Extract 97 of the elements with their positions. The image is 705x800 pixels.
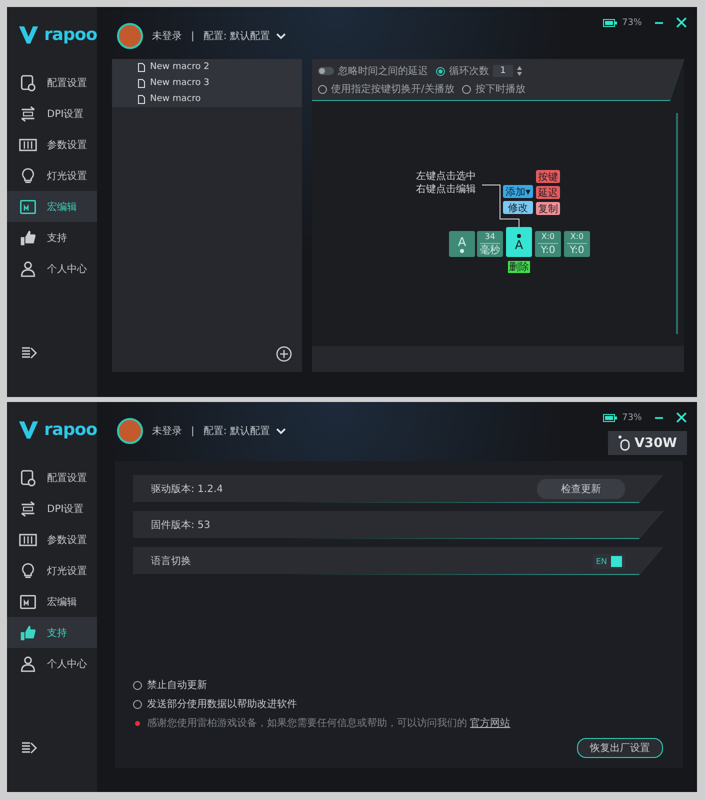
option-label: 循环次数 — [449, 65, 489, 78]
macro-step-node[interactable]: A — [506, 227, 532, 257]
node-value: X:0 — [570, 232, 584, 240]
menu-button[interactable]: 修改 — [503, 201, 533, 214]
node-value: Y:0 — [540, 246, 556, 256]
count-field[interactable]: 1 — [493, 65, 513, 77]
nav-item[interactable]: 个人中心 — [7, 253, 97, 284]
node-value: 毫秒 — [480, 246, 500, 256]
action-button[interactable]: 按键 — [536, 170, 560, 183]
option-label: 按下时播放 — [475, 82, 526, 96]
nav-item[interactable]: 灯光设置 — [7, 555, 97, 586]
option-label: 忽略时间之间的延迟 — [338, 64, 428, 78]
nav-item[interactable]: 支持 — [7, 222, 97, 253]
profile-dropdown[interactable]: 配置: 默认配置 — [203, 29, 286, 43]
nav-item[interactable]: DPI设置 — [7, 493, 97, 524]
device-button[interactable]: V30W — [608, 431, 687, 455]
battery-percentage: 73% — [622, 18, 642, 28]
radio-button[interactable] — [462, 84, 472, 94]
document-gear-icon — [19, 74, 37, 92]
radio-button[interactable] — [133, 700, 142, 708]
spinner-icon[interactable] — [517, 66, 522, 76]
user-icon — [19, 654, 37, 672]
close-icon[interactable] — [676, 17, 687, 28]
radio-button[interactable] — [318, 84, 327, 94]
battery-icon — [602, 18, 617, 26]
website-link[interactable]: 官方网站 — [470, 718, 510, 729]
bulb-icon — [19, 166, 37, 184]
action-button[interactable]: 复制 — [536, 202, 560, 215]
nav-item[interactable]: 宏编辑 — [7, 586, 97, 617]
image-icon — [19, 198, 37, 216]
option-label: 禁止自动更新 — [147, 678, 207, 692]
nav-item[interactable]: 参数设置 — [7, 129, 97, 160]
user-icon — [19, 260, 37, 278]
nav-item[interactable]: 配置设置 — [7, 67, 97, 98]
macro-list-item[interactable]: New macro — [112, 91, 302, 107]
logo-icon — [19, 25, 38, 45]
node-value: X:0 — [541, 232, 555, 240]
nav-item[interactable]: 灯光设置 — [7, 160, 97, 191]
row-label: 驱动版本: 1.2.4 — [151, 482, 223, 496]
nav-item[interactable]: 支持 — [7, 617, 97, 648]
bullet-icon — [135, 720, 140, 726]
option-label: 发送部分使用数据以帮助改进软件 — [147, 698, 297, 711]
nav-item[interactable]: 宏编辑 — [7, 191, 97, 222]
separator-text: | — [191, 30, 194, 42]
document-gear-icon — [19, 468, 37, 486]
dot-icon — [460, 248, 464, 252]
toggle-switch[interactable] — [611, 556, 622, 566]
battery-percentage: 73% — [622, 412, 642, 422]
dot-icon — [517, 234, 521, 238]
bulb-icon — [19, 562, 37, 580]
avatar[interactable] — [117, 418, 143, 444]
option-label: 使用指定按键切换开/关播放 — [331, 82, 454, 96]
language-label: EN — [596, 556, 607, 566]
thumbs-up-icon — [19, 228, 37, 246]
language-toggle[interactable]: EN — [592, 554, 625, 568]
radio-button[interactable] — [436, 66, 445, 76]
login-status: 未登录 — [152, 30, 182, 43]
hint-text: 左键点击选中 右键点击编辑 — [416, 171, 476, 196]
profile-dropdown[interactable]: 配置: 默认配置 — [203, 424, 286, 438]
reset-button[interactable]: 恢复出厂设置 — [577, 738, 663, 758]
macro-list-item[interactable]: New macro 3 — [112, 75, 302, 91]
toggle-switch[interactable] — [318, 67, 334, 75]
add-icon[interactable] — [276, 346, 292, 362]
action-button[interactable]: 延迟 — [536, 186, 560, 199]
node-value: Y:0 — [570, 246, 584, 256]
check-update-button[interactable]: 检查更新 — [537, 479, 625, 499]
radio-button[interactable] — [133, 680, 142, 690]
arrows-icon — [19, 500, 37, 518]
menu-button[interactable]: 添加▾ — [503, 185, 533, 198]
logo-icon — [19, 420, 38, 440]
delete-button[interactable]: 删除 — [508, 261, 530, 273]
node-value: 34 — [484, 232, 496, 240]
logo-text: rapoo — [44, 25, 97, 45]
battery-icon — [602, 414, 617, 422]
avatar[interactable] — [117, 23, 143, 49]
menu-expand-icon[interactable] — [21, 345, 37, 361]
row-label: 固件版本: 53 — [151, 518, 210, 532]
nav-item[interactable]: 配置设置 — [7, 462, 97, 493]
arrows-icon — [19, 104, 37, 122]
key-label: A — [514, 238, 524, 250]
support-note: 感谢您使用雷柏游戏设备，如果您需要任何信息或帮助，可以访问我们的 官方网站 — [147, 716, 510, 730]
key-label: A — [458, 236, 466, 248]
chevron-down-icon — [276, 428, 286, 434]
menu-expand-icon[interactable] — [21, 740, 37, 756]
nav-item[interactable]: DPI设置 — [7, 98, 97, 129]
login-status: 未登录 — [152, 424, 182, 438]
logo-text: rapoo — [44, 420, 97, 440]
mouse-icon — [618, 435, 630, 451]
close-icon[interactable] — [676, 412, 687, 423]
macro-list-item[interactable]: New macro 2 — [112, 59, 302, 75]
thumbs-up-icon — [19, 624, 37, 642]
nav-item[interactable]: 参数设置 — [7, 524, 97, 555]
separator-text: | — [191, 426, 194, 436]
nav-item[interactable]: 个人中心 — [7, 648, 97, 679]
row-label: 语言切换 — [151, 554, 191, 568]
chevron-down-icon — [276, 32, 286, 40]
image-icon — [19, 592, 37, 610]
